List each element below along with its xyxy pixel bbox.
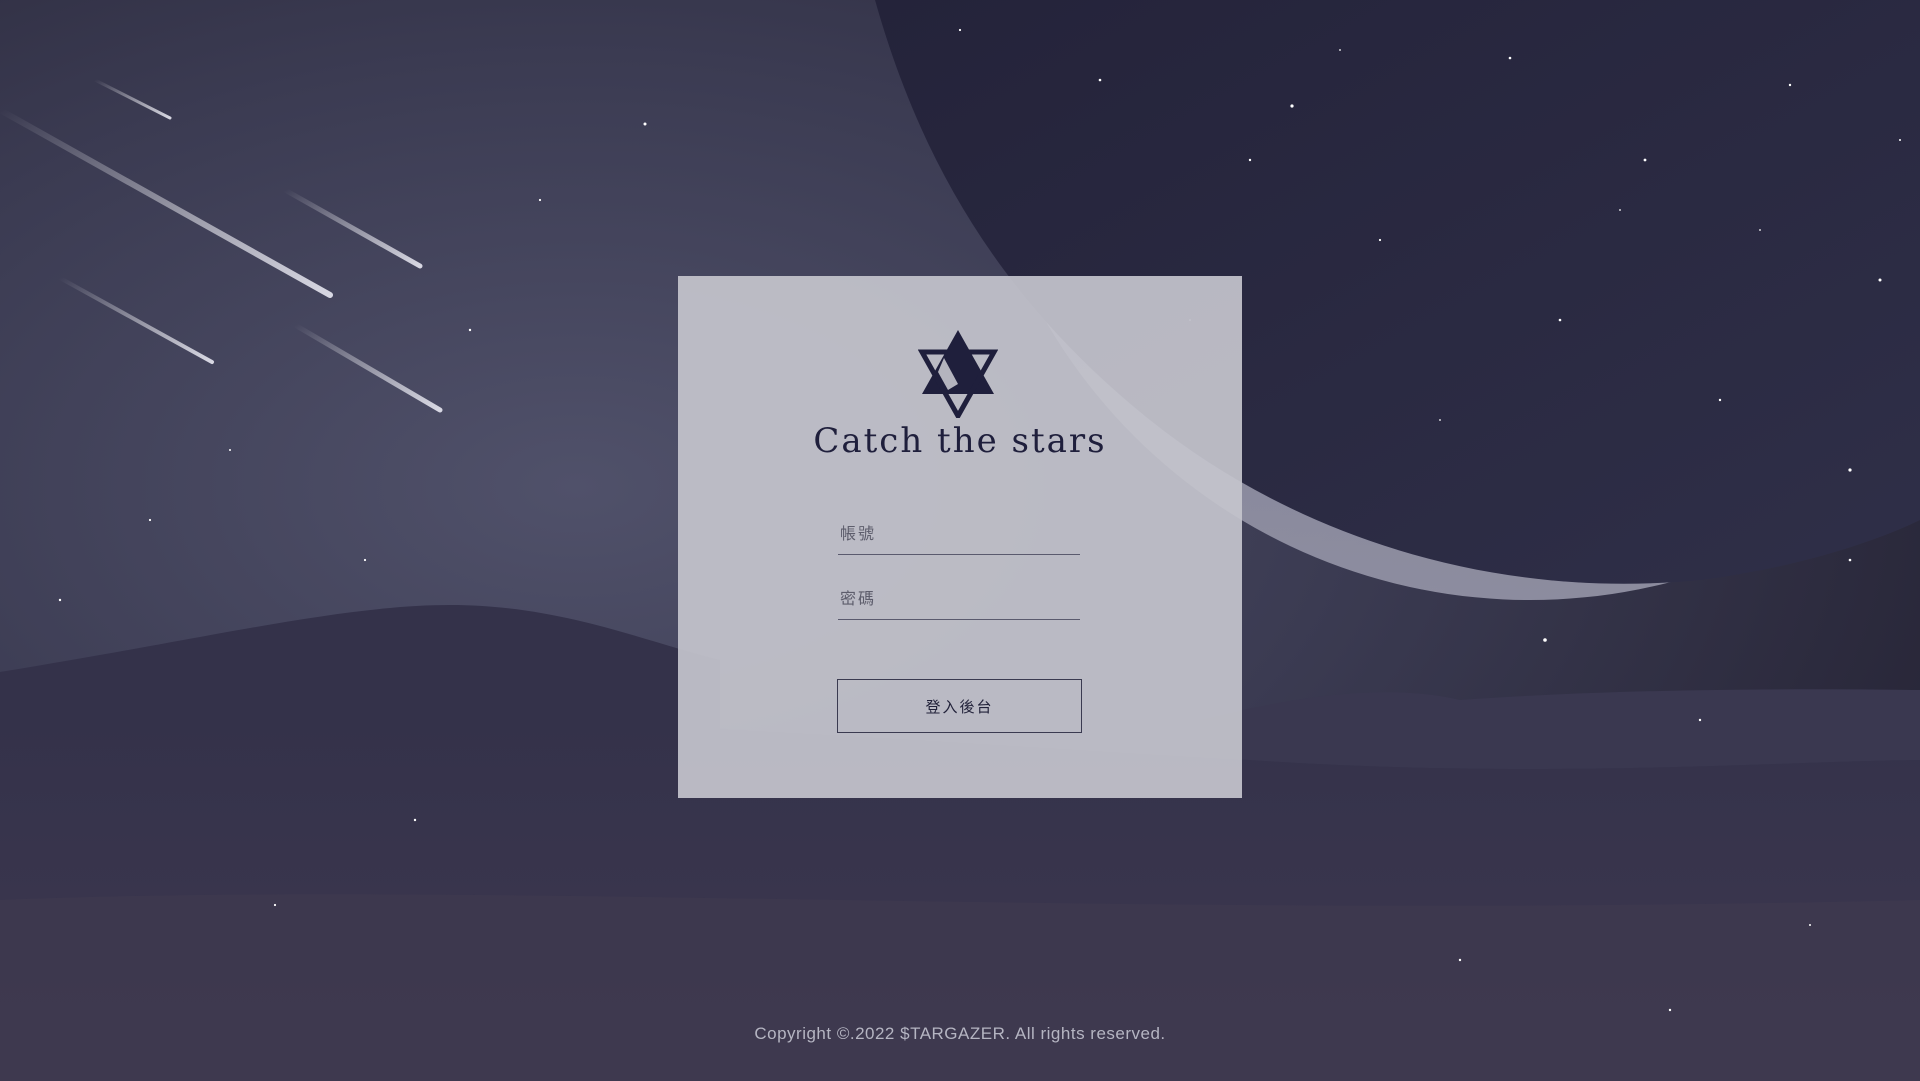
desert-foreground [0,894,1920,1081]
password-input[interactable] [838,577,1080,619]
account-field [838,512,1080,555]
copyright-text: Copyright ©.2022 $TARGAZER. All rights r… [754,1024,1166,1043]
app-title: Catch the stars [813,421,1107,461]
login-card: Catch the stars 登入後台 [678,276,1242,798]
login-page: Catch the stars 登入後台 Copyright ©.2022 $T… [0,0,1920,1081]
account-input[interactable] [838,512,1080,554]
login-button[interactable]: 登入後台 [837,679,1082,733]
hexagram-star-icon [918,330,998,418]
password-field [838,577,1080,620]
